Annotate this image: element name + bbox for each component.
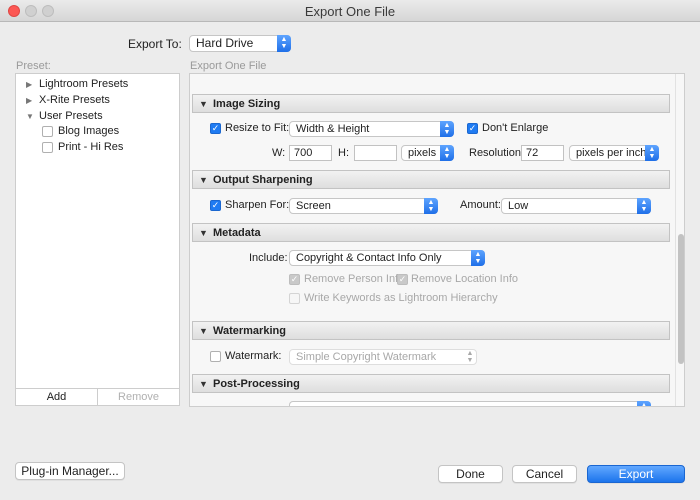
disclosure-right-icon[interactable]: ▶ xyxy=(26,80,32,89)
section-title: Output Sharpening xyxy=(213,174,313,186)
write-keywords-label: Write Keywords as Lightroom Hierarchy xyxy=(304,292,498,304)
watermark-value: Simple Copyright Watermark xyxy=(296,351,437,363)
watermark-select[interactable]: Simple Copyright Watermark ▲ ▼ xyxy=(289,349,477,365)
preset-folder-lightroom[interactable]: Lightroom Presets xyxy=(39,78,128,90)
section-watermarking[interactable]: ▼ Watermarking xyxy=(192,321,670,340)
resolution-unit-value: pixels per inch xyxy=(576,147,647,159)
disclosure-right-icon[interactable]: ▶ xyxy=(26,96,32,105)
height-label: H: xyxy=(338,147,349,159)
cancel-button[interactable]: Cancel xyxy=(512,465,577,483)
disclosure-down-icon: ▼ xyxy=(199,326,208,336)
chevron-updown-icon: ▲▼ xyxy=(466,350,474,364)
plugin-manager-button[interactable]: Plug-in Manager... xyxy=(15,462,125,480)
amount-label: Amount: xyxy=(460,199,501,211)
remove-preset-button[interactable]: Remove xyxy=(98,389,179,405)
settings-scrollbar[interactable] xyxy=(675,74,684,406)
write-keywords-checkbox[interactable] xyxy=(289,293,300,304)
remove-location-info-label: Remove Location Info xyxy=(411,273,519,285)
scroll-thumb[interactable] xyxy=(678,234,684,364)
sharpen-for-value: Screen xyxy=(296,200,331,212)
resolution-input[interactable]: 72 xyxy=(521,145,564,161)
sharpen-for-checkbox[interactable]: ✓ xyxy=(210,200,221,211)
height-input[interactable] xyxy=(354,145,397,161)
chevron-updown-icon: ▲▼ xyxy=(637,401,651,406)
post-processing-select[interactable]: ▲▼ xyxy=(289,401,651,406)
disclosure-down-icon: ▼ xyxy=(199,379,208,389)
chevron-updown-icon: ▲▼ xyxy=(440,145,454,161)
include-label: Include: xyxy=(249,252,288,264)
disclosure-down-icon: ▼ xyxy=(199,99,208,109)
metadata-include-select[interactable]: Copyright & Contact Info Only ▲ ▼ xyxy=(289,250,485,266)
export-settings-panel: ▼ Image Sizing ✓ Resize to Fit: Width & … xyxy=(189,73,685,407)
metadata-include-value: Copyright & Contact Info Only xyxy=(296,252,442,264)
size-unit-select[interactable]: pixels ▲ ▼ xyxy=(401,145,454,161)
size-unit-value: pixels xyxy=(408,147,437,159)
section-output-sharpening[interactable]: ▼ Output Sharpening xyxy=(192,170,670,189)
preset-header: Preset: xyxy=(16,60,51,72)
section-metadata[interactable]: ▼ Metadata xyxy=(192,223,670,242)
remove-location-info-checkbox[interactable]: ✓ xyxy=(397,274,408,285)
resize-mode-value: Width & Height xyxy=(296,123,370,135)
disclosure-down-icon[interactable]: ▼ xyxy=(26,112,34,121)
section-title: Watermarking xyxy=(213,325,286,337)
export-to-value: Hard Drive xyxy=(196,36,254,50)
export-to-label: Export To: xyxy=(128,37,182,51)
window-title: Export One File xyxy=(304,4,396,19)
resize-mode-select[interactable]: Width & Height ▲ ▼ xyxy=(289,121,454,137)
preset-button-bar: Add Remove xyxy=(16,388,179,405)
remove-person-info-checkbox[interactable]: ✓ xyxy=(289,274,300,285)
section-title: Post-Processing xyxy=(213,378,300,390)
chevron-updown-icon: ▲▼ xyxy=(424,198,438,214)
resize-to-fit-label: Resize to Fit: xyxy=(225,122,290,134)
resolution-label: Resolution: xyxy=(469,147,525,159)
section-title: Image Sizing xyxy=(213,98,281,110)
resolution-unit-select[interactable]: pixels per inch ▲ ▼ xyxy=(569,145,659,161)
watermark-label: Watermark: xyxy=(225,350,282,362)
add-preset-button[interactable]: Add xyxy=(16,389,98,405)
preset-checkbox[interactable] xyxy=(42,142,53,153)
chevron-updown-icon: ▲▼ xyxy=(637,198,651,214)
export-to-select[interactable]: Hard Drive ▲ ▼ xyxy=(189,35,291,52)
export-button[interactable]: Export xyxy=(587,465,685,483)
preset-folder-xrite[interactable]: X-Rite Presets xyxy=(39,94,110,106)
resize-to-fit-checkbox[interactable]: ✓ xyxy=(210,123,221,134)
section-post-processing[interactable]: ▼ Post-Processing xyxy=(192,374,670,393)
chevron-updown-icon: ▲▼ xyxy=(277,35,291,52)
width-label: W: xyxy=(272,147,286,159)
title-bar: Export One File xyxy=(0,0,700,22)
done-button[interactable]: Done xyxy=(438,465,503,483)
preset-list: ▶ Lightroom Presets ▶ X-Rite Presets ▼ U… xyxy=(15,73,180,406)
dont-enlarge-label: Don't Enlarge xyxy=(482,122,549,134)
preset-checkbox[interactable] xyxy=(42,126,53,137)
watermark-checkbox[interactable] xyxy=(210,351,221,362)
chevron-updown-icon: ▲▼ xyxy=(440,121,454,137)
remove-person-info-label: Remove Person Info xyxy=(304,273,405,285)
preset-item-blog-images[interactable]: Blog Images xyxy=(58,125,119,137)
chevron-updown-icon: ▲▼ xyxy=(471,250,485,266)
dont-enlarge-checkbox[interactable]: ✓ xyxy=(467,123,478,134)
section-title: Metadata xyxy=(213,227,261,239)
preset-folder-user[interactable]: User Presets xyxy=(39,110,103,122)
disclosure-down-icon: ▼ xyxy=(199,175,208,185)
sharpen-for-label: Sharpen For: xyxy=(225,199,290,211)
sharpen-for-select[interactable]: Screen ▲ ▼ xyxy=(289,198,438,214)
section-image-sizing[interactable]: ▼ Image Sizing xyxy=(192,94,670,113)
preset-item-print-hi-res[interactable]: Print - Hi Res xyxy=(58,141,123,153)
width-input[interactable]: 700 xyxy=(289,145,332,161)
disclosure-down-icon: ▼ xyxy=(199,228,208,238)
amount-select[interactable]: Low ▲ ▼ xyxy=(501,198,651,214)
main-header: Export One File xyxy=(190,60,267,72)
amount-value: Low xyxy=(508,200,529,212)
chevron-updown-icon: ▲▼ xyxy=(645,145,659,161)
